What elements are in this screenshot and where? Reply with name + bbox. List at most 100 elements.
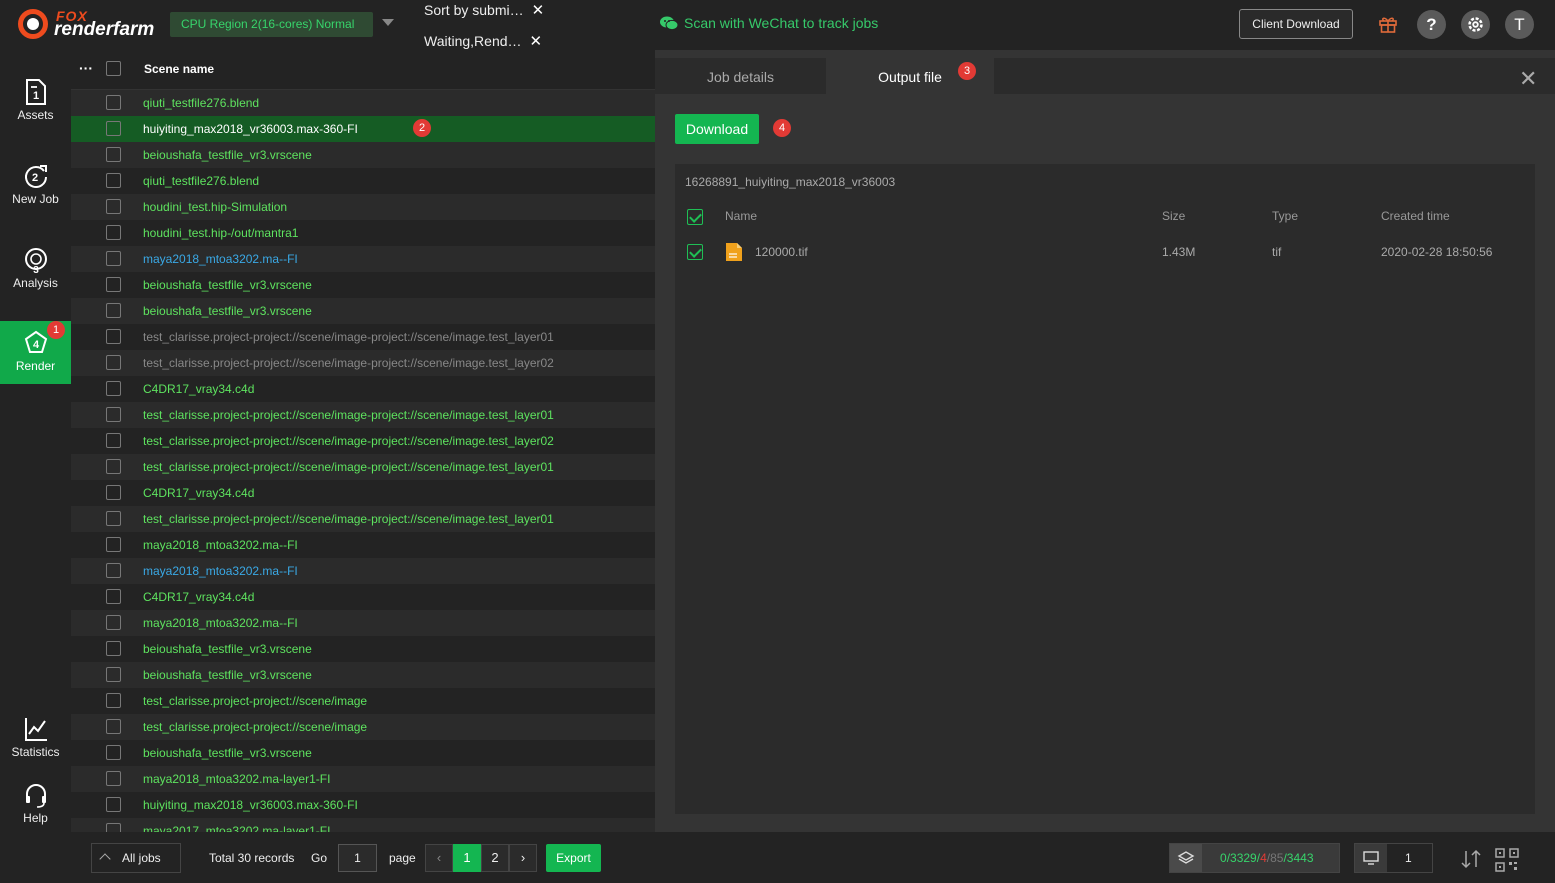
table-row[interactable]: maya2018_mtoa3202.ma-layer1-FI [71, 766, 655, 792]
table-row[interactable]: huiyiting_max2018_vr36003.max-360-FI [71, 792, 655, 818]
file-row-checkbox[interactable] [687, 244, 703, 260]
row-checkbox[interactable] [106, 199, 121, 214]
close-icon[interactable]: ✕ [1519, 68, 1537, 90]
row-checkbox[interactable] [106, 797, 121, 812]
table-row[interactable]: test_clarisse.project-project://scene/im… [71, 402, 655, 428]
row-checkbox[interactable] [106, 355, 121, 370]
sidebar-item-assets[interactable]: 1 Assets [0, 78, 71, 142]
fox-renderfarm-logo[interactable]: FOX renderfarm [18, 9, 163, 41]
column-menu-button[interactable]: ··· [79, 60, 93, 76]
close-icon[interactable]: ✕ [530, 33, 543, 50]
table-row[interactable]: maya2018_mtoa3202.ma--FI [71, 246, 655, 272]
table-row[interactable]: test_clarisse.project-project://scene/im… [71, 428, 655, 454]
stat-failed: 4 [1260, 851, 1267, 865]
tab-job-details[interactable]: Job details [655, 58, 826, 94]
row-checkbox[interactable] [106, 589, 121, 604]
row-checkbox[interactable] [106, 433, 121, 448]
row-checkbox[interactable] [106, 459, 121, 474]
select-all-checkbox[interactable] [106, 61, 121, 76]
row-checkbox[interactable] [106, 719, 121, 734]
sidebar-item-help[interactable]: Help [0, 781, 71, 845]
table-row[interactable]: huiyiting_max2018_vr36003.max-360-FI 2 [71, 116, 655, 142]
help-icon[interactable]: ? [1417, 10, 1446, 39]
row-checkbox[interactable] [106, 303, 121, 318]
table-row[interactable]: C4DR17_vray34.c4d [71, 376, 655, 402]
user-avatar[interactable]: T [1505, 10, 1534, 39]
client-download-button[interactable]: Client Download [1239, 9, 1353, 39]
table-row[interactable]: C4DR17_vray34.c4d [71, 584, 655, 610]
row-checkbox[interactable] [106, 537, 121, 552]
sidebar-item-analysis[interactable]: 3 Analysis [0, 246, 71, 310]
row-checkbox[interactable] [106, 693, 121, 708]
qr-code-icon[interactable] [1495, 848, 1519, 872]
gift-icon[interactable] [1378, 14, 1398, 34]
table-row[interactable]: beioushafa_testfile_vr3.vrscene [71, 740, 655, 766]
table-row[interactable]: test_clarisse.project-project://scene/im… [71, 506, 655, 532]
row-checkbox[interactable] [106, 381, 121, 396]
row-checkbox[interactable] [106, 641, 121, 656]
page-jump-input[interactable]: 1 [338, 844, 377, 872]
row-checkbox[interactable] [106, 147, 121, 162]
table-row[interactable]: C4DR17_vray34.c4d [71, 480, 655, 506]
row-checkbox[interactable] [106, 563, 121, 578]
row-checkbox[interactable] [106, 823, 121, 832]
table-row[interactable]: houdini_test.hip-/out/mantra1 [71, 220, 655, 246]
close-icon[interactable]: ✕ [532, 2, 545, 19]
row-checkbox[interactable] [106, 251, 121, 266]
all-jobs-button[interactable]: All jobs [91, 843, 181, 873]
table-row[interactable]: maya2017_mtoa3202.ma-layer1-FI [71, 818, 655, 832]
table-row[interactable]: beioushafa_testfile_vr3.vrscene [71, 636, 655, 662]
row-checkbox[interactable] [106, 95, 121, 110]
table-row[interactable]: test_clarisse.project-project://scene/im… [71, 688, 655, 714]
row-checkbox[interactable] [106, 407, 121, 422]
table-row[interactable]: houdini_test.hip-Simulation [71, 194, 655, 220]
table-row[interactable]: test_clarisse.project-project://scene/im… [71, 350, 655, 376]
download-button[interactable]: Download [675, 114, 759, 144]
table-row[interactable]: test_clarisse.project-project://scene/im… [71, 324, 655, 350]
scene-name: beioushafa_testfile_vr3.vrscene [143, 746, 312, 760]
table-row[interactable]: beioushafa_testfile_vr3.vrscene [71, 142, 655, 168]
row-checkbox[interactable] [106, 511, 121, 526]
table-row[interactable]: beioushafa_testfile_vr3.vrscene [71, 662, 655, 688]
row-checkbox[interactable] [106, 771, 121, 786]
top-bar: FOX renderfarm CPU Region 2(16-cores) No… [0, 0, 1555, 50]
region-selector[interactable]: CPU Region 2(16-cores) Normal [170, 12, 373, 37]
chevron-down-icon[interactable] [382, 19, 394, 26]
sidebar-item-statistics[interactable]: Statistics [0, 715, 71, 779]
page-2-button[interactable]: 2 [481, 844, 509, 872]
table-row[interactable]: beioushafa_testfile_vr3.vrscene [71, 298, 655, 324]
table-row[interactable]: beioushafa_testfile_vr3.vrscene [71, 272, 655, 298]
export-button[interactable]: Export [546, 844, 601, 872]
table-row[interactable]: maya2018_mtoa3202.ma--FI [71, 610, 655, 636]
sidebar-item-new-job[interactable]: 2 New Job [0, 162, 71, 226]
wechat-track-link[interactable]: Scan with WeChat to track jobs [660, 14, 878, 32]
row-checkbox[interactable] [106, 745, 121, 760]
sort-transfer-icon[interactable] [1460, 849, 1482, 869]
table-row[interactable]: test_clarisse.project-project://scene/im… [71, 714, 655, 740]
machine-count[interactable]: 1 [1354, 843, 1433, 873]
table-row[interactable]: qiuti_testfile276.blend [71, 168, 655, 194]
gear-icon[interactable] [1461, 10, 1490, 39]
file-name[interactable]: 120000.tif [755, 245, 808, 259]
row-checkbox[interactable] [106, 173, 121, 188]
row-checkbox[interactable] [106, 277, 121, 292]
table-row[interactable]: test_clarisse.project-project://scene/im… [71, 454, 655, 480]
prev-page-button[interactable]: ‹ [425, 844, 453, 872]
sidebar-item-render[interactable]: 4 Render 1 [0, 321, 71, 384]
file-icon [726, 243, 742, 261]
scene-name-header[interactable]: Scene name [144, 62, 214, 76]
row-checkbox[interactable] [106, 485, 121, 500]
row-checkbox[interactable] [106, 121, 121, 136]
row-checkbox[interactable] [106, 615, 121, 630]
next-page-button[interactable]: › [509, 844, 537, 872]
table-row[interactable]: qiuti_testfile276.blend [71, 90, 655, 116]
scene-name: test_clarisse.project-project://scene/im… [143, 408, 554, 422]
select-all-files-checkbox[interactable] [687, 209, 703, 225]
table-row[interactable]: maya2018_mtoa3202.ma--FI [71, 532, 655, 558]
row-checkbox[interactable] [106, 225, 121, 240]
table-row[interactable]: maya2018_mtoa3202.ma--FI [71, 558, 655, 584]
job-stats[interactable]: 0/3329/4/85/3443 [1169, 843, 1340, 873]
row-checkbox[interactable] [106, 667, 121, 682]
page-1-button[interactable]: 1 [453, 844, 481, 872]
row-checkbox[interactable] [106, 329, 121, 344]
